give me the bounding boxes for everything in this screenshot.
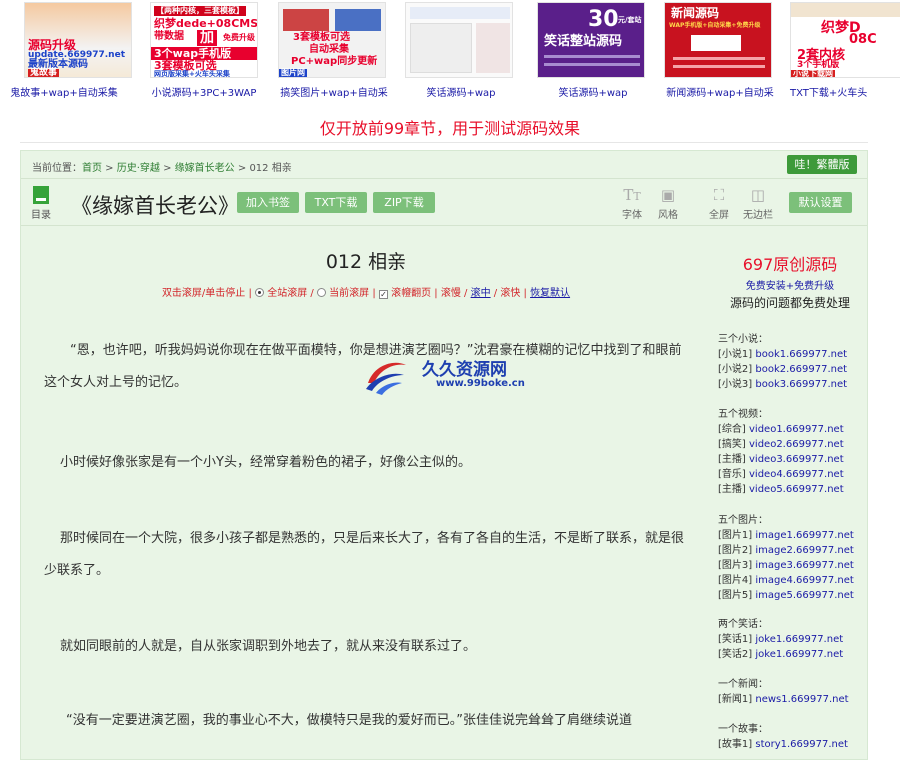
list-item[interactable]: [小说1] book1.669977.net [718, 347, 868, 362]
zip-download-button[interactable]: ZIP下载 [373, 192, 435, 213]
font-size-icon: TT [623, 186, 641, 204]
banner-thumb[interactable]: 3套模板可选 自动采集 PC+wap同步更新 图片网 [278, 2, 386, 78]
breadcrumb-book[interactable]: 缘嫁首长老公 [175, 163, 235, 174]
style-tool[interactable]: ▣ 风格 [651, 186, 685, 221]
banner-thumb[interactable] [405, 2, 513, 78]
paragraph: 小时候好像张家是有一个小Y头，经常穿着粉色的裙子，好像公主似的。 [60, 455, 471, 470]
scroll-fast-link[interactable]: 滚快 [500, 288, 520, 299]
sidebar-toggle-icon: ◫ [750, 186, 766, 204]
list-item[interactable]: [小说2] book2.669977.net [718, 362, 868, 377]
banner-caption[interactable]: 笑话源码+wap [397, 84, 525, 99]
breadcrumb: 当前位置：首页 > 历史·穿越 > 缘嫁首长老公 > 012 相亲 [32, 163, 292, 174]
breadcrumb-category[interactable]: 历史·穿越 [117, 163, 160, 174]
list-item[interactable]: [搞笑] video2.669977.net [718, 437, 868, 452]
banner-news[interactable]: 新闻源码 WAP手机版+自动采集+免费升级 新闻源码+wap+自动采 [662, 0, 782, 104]
ad-note: 源码的问题都免费处理 [729, 296, 850, 310]
list-item[interactable]: [主播] video3.669977.net [718, 452, 868, 467]
banner-thumb[interactable]: 【两种内核，三套模板】 织梦dede+08CMS 带数据 加 免费升级 3个wa… [150, 2, 258, 78]
list-item[interactable]: [图片2] image2.669977.net [718, 543, 868, 558]
site-scroll-radio[interactable] [255, 288, 265, 297]
banner-joke-1[interactable]: 笑话源码+wap [403, 0, 523, 104]
banner-caption[interactable]: 新闻源码+wap+自动采 [656, 84, 784, 99]
breadcrumb-bar: 当前位置：首页 > 历史·穿越 > 缘嫁首长老公 > 012 相亲 哇！繁體版 [21, 151, 867, 179]
paragraph: 就如同眼前的人就是，自从张家调职到外地去了，就从来没有联系过了。 [60, 639, 477, 654]
list-item[interactable]: [新闻1] news1.669977.net [718, 692, 868, 707]
ad-title[interactable]: 697原创源码 [711, 257, 869, 273]
fullscreen-tool[interactable]: ⛶ 全屏 [702, 186, 736, 221]
banner-txt-download[interactable]: 织梦D 08C 2套内核 3个手机版 小说下载网 TXT下载+火车头 [788, 0, 900, 104]
watermark-name: 久久资源网 [422, 360, 507, 380]
banner-caption[interactable]: 笑话源码+wap [529, 84, 657, 99]
font-tool[interactable]: TT 字体 [615, 186, 649, 221]
add-bookmark-button[interactable]: 加入书签 [237, 192, 299, 213]
list-item[interactable]: [笑话1] joke1.669977.net [718, 632, 868, 647]
palette-icon: ▣ [660, 186, 676, 204]
borderless-tool[interactable]: ◫ 无边栏 [738, 186, 778, 221]
list-item[interactable]: [图片5] image5.669977.net [718, 588, 868, 603]
chapter-title: 012 相亲 [325, 251, 407, 273]
list-item[interactable]: [综合] video1.669977.net [718, 422, 868, 437]
banner-caption[interactable]: 小说源码+3PC+3WAP [140, 84, 268, 99]
list-item[interactable]: [主播] video5.669977.net [718, 482, 868, 497]
restore-default-link[interactable]: 恢复默认 [530, 288, 570, 299]
scroll-slow-link[interactable]: 滚慢 [441, 288, 461, 299]
paragraph: “没有一定要进演艺圈，我的事业心不大，做模特只是我的爱好而已。”张佳佳说完耸耸了… [66, 713, 632, 728]
default-settings-button[interactable]: 默认设置 [789, 192, 852, 213]
banner-thumb[interactable]: 新闻源码 WAP手机版+自动采集+免费升级 [664, 2, 772, 78]
ad-group-news: 一个新闻： [新闻1] news1.669977.net [718, 677, 868, 707]
banner-funny-images[interactable]: 3套模板可选 自动采集 PC+wap同步更新 图片网 搞笑图片+wap+自动采 [276, 0, 396, 104]
fullscreen-icon: ⛶ [713, 186, 725, 204]
divider [20, 142, 868, 143]
banner-joke-2[interactable]: 30 元/套站 笑话整站源码 笑话源码+wap [535, 0, 655, 104]
list-item[interactable]: [图片3] image3.669977.net [718, 558, 868, 573]
current-scroll-radio[interactable] [316, 288, 326, 297]
watermark-logo: 久久资源网 www.99boke.cn [364, 353, 554, 403]
banner-thumb[interactable]: 织梦D 08C 2套内核 3个手机版 小说下载网 [790, 2, 900, 78]
list-item[interactable]: [小说3] book3.669977.net [718, 377, 868, 392]
breadcrumb-chapter: 012 相亲 [249, 163, 292, 174]
list-item[interactable]: [笑话2] joke1.669977.net [718, 647, 868, 662]
ad-group-stories: 一个故事： [故事1] story1.669977.net [718, 722, 868, 752]
source-code-ad-sidebar: 697原创源码 免费安装+免费升级 源码的问题都免费处理 三个小说： [小说1]… [711, 227, 869, 761]
banner-caption[interactable]: 鬼故事+wap+自动采集 [0, 84, 128, 99]
banner-caption[interactable]: TXT下载+火车头 [780, 84, 900, 99]
reader-toolbar: 目录 《缘嫁首长老公》 加入书签 TXT下载 ZIP下载 TT 字体 ▣ 风格 … [21, 180, 867, 226]
swirl-logo-icon [366, 362, 406, 395]
list-item[interactable]: [图片4] image4.669977.net [718, 573, 868, 588]
list-item[interactable]: [故事1] story1.669977.net [718, 737, 868, 752]
test-notice: 仅开放前99章节，用于测试源码效果 [319, 119, 581, 138]
banner-caption[interactable]: 搞笑图片+wap+自动采 [270, 84, 398, 99]
ad-group-videos: 五个视频： [综合] video1.669977.net [搞笑] video2… [718, 407, 868, 497]
banner-thumb[interactable]: 30 元/套站 笑话整站源码 [537, 2, 645, 78]
banner-ghost-story[interactable]: 源码升级 update.669977.net 最新版本源码 鬼故事 鬼故事+wa… [10, 0, 142, 104]
list-item[interactable]: [音乐] video4.669977.net [718, 467, 868, 482]
catalog-button[interactable]: 目录 [29, 186, 53, 222]
reader-panel: 当前位置：首页 > 历史·穿越 > 缘嫁首长老公 > 012 相亲 哇！繁體版 … [20, 150, 868, 760]
traditional-chinese-button[interactable]: 哇！繁體版 [787, 155, 857, 174]
scroll-controls: 双击滚屏/单击停止 | 全站滚屏 / 当前滚屏 | ✓ 滚㡧翻页 | 滚慢 / … [161, 288, 571, 299]
list-item[interactable]: [图片1] image1.669977.net [718, 528, 868, 543]
chapter-content: 012 相亲 双击滚屏/单击停止 | 全站滚屏 / 当前滚屏 | ✓ 滚㡧翻页 … [22, 227, 702, 761]
banner-thumb[interactable]: 源码升级 update.669977.net 最新版本源码 鬼故事 [24, 2, 132, 78]
book-icon [33, 186, 49, 204]
ad-group-images: 五个图片： [图片1] image1.669977.net [图片2] imag… [718, 513, 868, 603]
paragraph: 那时候同在一个大院，很多小孩子都是熟悉的，只是后来长大了，各有了各自的生活，不是… [44, 531, 685, 578]
ad-group-novels: 三个小说： [小说1] book1.669977.net [小说2] book2… [718, 332, 868, 392]
ad-group-jokes: 两个笑话： [笑话1] joke1.669977.net [笑话2] joke1… [718, 617, 868, 662]
page-scroll-checkbox[interactable]: ✓ [378, 290, 388, 299]
ad-free-install[interactable]: 免费安装+免费升级 [711, 279, 869, 294]
breadcrumb-home[interactable]: 首页 [82, 163, 102, 174]
banner-strip: 源码升级 update.669977.net 最新版本源码 鬼故事 鬼故事+wa… [0, 0, 900, 104]
watermark-url: www.99boke.cn [436, 378, 525, 389]
scroll-medium-link[interactable]: 滚中 [471, 288, 491, 299]
txt-download-button[interactable]: TXT下载 [305, 192, 367, 213]
book-title: 《缘嫁首长老公》 [71, 194, 239, 218]
banner-novel[interactable]: 【两种内核，三套模板】 织梦dede+08CMS 带数据 加 免费升级 3个wa… [148, 0, 268, 104]
